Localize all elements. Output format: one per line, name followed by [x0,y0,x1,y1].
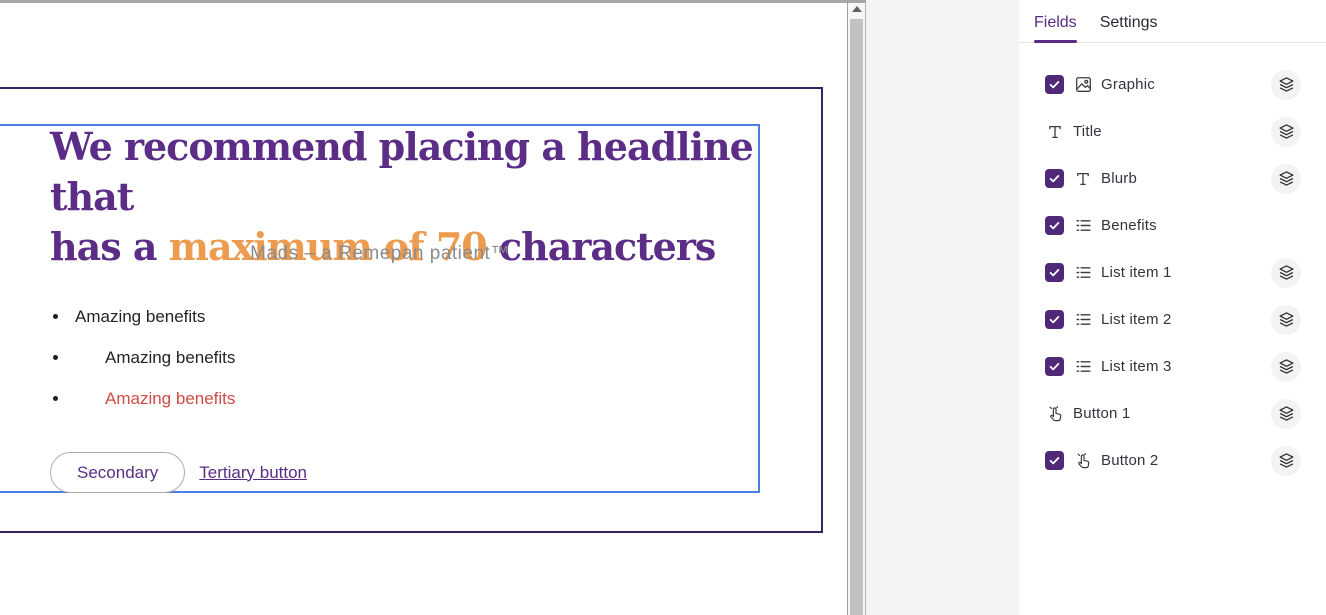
tab-fields[interactable]: Fields [1034,14,1077,42]
check-icon [1048,313,1061,326]
field-row-blurb[interactable]: Blurb [1045,155,1301,202]
field-label: Graphic [1101,76,1155,93]
layers-icon [1278,452,1295,469]
field-label: Button 2 [1101,452,1158,469]
layers-icon [1278,123,1295,140]
list-icon [1073,217,1093,234]
benefit-label: Amazing benefits [105,389,235,409]
button-click-icon [1045,405,1065,423]
checkbox-graphic[interactable] [1045,75,1064,94]
panel-tabs: Fields Settings [1019,0,1326,43]
layers-button-list-item-3[interactable] [1271,352,1301,382]
bullet-dot [53,314,58,319]
field-row-button-2[interactable]: Button 2 [1045,437,1301,484]
layers-icon [1278,264,1295,281]
fields-list: Graphic Title Blurb Benefits List item 1 List… [1019,43,1326,484]
check-icon [1048,219,1061,232]
blurb-text[interactable]: Mads – a Remepan patient™ [0,243,760,265]
benefit-item-3[interactable]: Amazing benefits [53,378,613,419]
field-label: List item 3 [1101,358,1172,375]
field-row-list-item-2[interactable]: List item 2 [1045,296,1301,343]
field-row-button-1[interactable]: Button 1 [1045,390,1301,437]
benefit-label: Amazing benefits [105,348,235,368]
bullet-dot [53,396,58,401]
field-row-graphic[interactable]: Graphic [1045,61,1301,108]
secondary-button[interactable]: Secondary [50,452,185,493]
benefit-item-2[interactable]: Amazing benefits [53,337,613,378]
checkbox-benefits[interactable] [1045,216,1064,235]
field-label: Benefits [1101,217,1157,234]
field-label: Blurb [1101,170,1137,187]
workspace-gutter [866,0,1019,615]
scrollbar-thumb[interactable] [850,19,863,615]
field-row-title[interactable]: Title [1045,108,1301,155]
check-icon [1048,266,1061,279]
check-icon [1048,78,1061,91]
tab-settings[interactable]: Settings [1100,14,1158,42]
benefit-item-1[interactable]: Amazing benefits [53,296,613,337]
checkbox-list-item-3[interactable] [1045,357,1064,376]
list-icon [1073,264,1093,281]
checkbox-list-item-1[interactable] [1045,263,1064,282]
layers-button-list-item-2[interactable] [1271,305,1301,335]
checkbox-blurb[interactable] [1045,169,1064,188]
checkbox-list-item-2[interactable] [1045,310,1064,329]
canvas-preview[interactable]: We recommend placing a headline that has… [0,0,847,615]
scrollbar-up-arrow-icon[interactable] [852,6,862,12]
layers-button-button-1[interactable] [1271,399,1301,429]
layers-button-graphic[interactable] [1271,70,1301,100]
field-row-list-item-3[interactable]: List item 3 [1045,343,1301,390]
headline-line1: We recommend placing a headline that [50,124,753,219]
image-icon [1073,76,1093,93]
bullet-dot [53,355,58,360]
field-label: List item 2 [1101,311,1172,328]
field-row-list-item-1[interactable]: List item 1 [1045,249,1301,296]
text-icon [1045,124,1065,140]
layers-icon [1278,76,1295,93]
checkbox-button-2[interactable] [1045,451,1064,470]
benefit-label: Amazing benefits [75,307,205,327]
text-icon [1073,171,1093,187]
check-icon [1048,454,1061,467]
field-label: Title [1073,123,1102,140]
check-icon [1048,172,1061,185]
field-label: Button 1 [1073,405,1130,422]
layers-icon [1278,311,1295,328]
fields-panel: Fields Settings Graphic Title Blurb Benefit… [1019,0,1326,615]
layers-button-button-2[interactable] [1271,446,1301,476]
button-click-icon [1073,452,1093,470]
cta-row: Secondary Tertiary button [50,452,307,493]
layers-button-blurb[interactable] [1271,164,1301,194]
layers-button-list-item-1[interactable] [1271,258,1301,288]
tertiary-button[interactable]: Tertiary button [199,463,307,483]
list-icon [1073,358,1093,375]
benefits-list[interactable]: Amazing benefits Amazing benefits Amazin… [53,296,613,419]
field-label: List item 1 [1101,264,1172,281]
layers-icon [1278,358,1295,375]
canvas-scrollbar[interactable] [847,0,866,615]
check-icon [1048,360,1061,373]
top-divider [0,0,866,3]
field-row-benefits[interactable]: Benefits [1045,202,1301,249]
layers-icon [1278,170,1295,187]
list-icon [1073,311,1093,328]
layers-icon [1278,405,1295,422]
layers-button-title[interactable] [1271,117,1301,147]
editor-app: We recommend placing a headline that has… [0,0,1326,615]
